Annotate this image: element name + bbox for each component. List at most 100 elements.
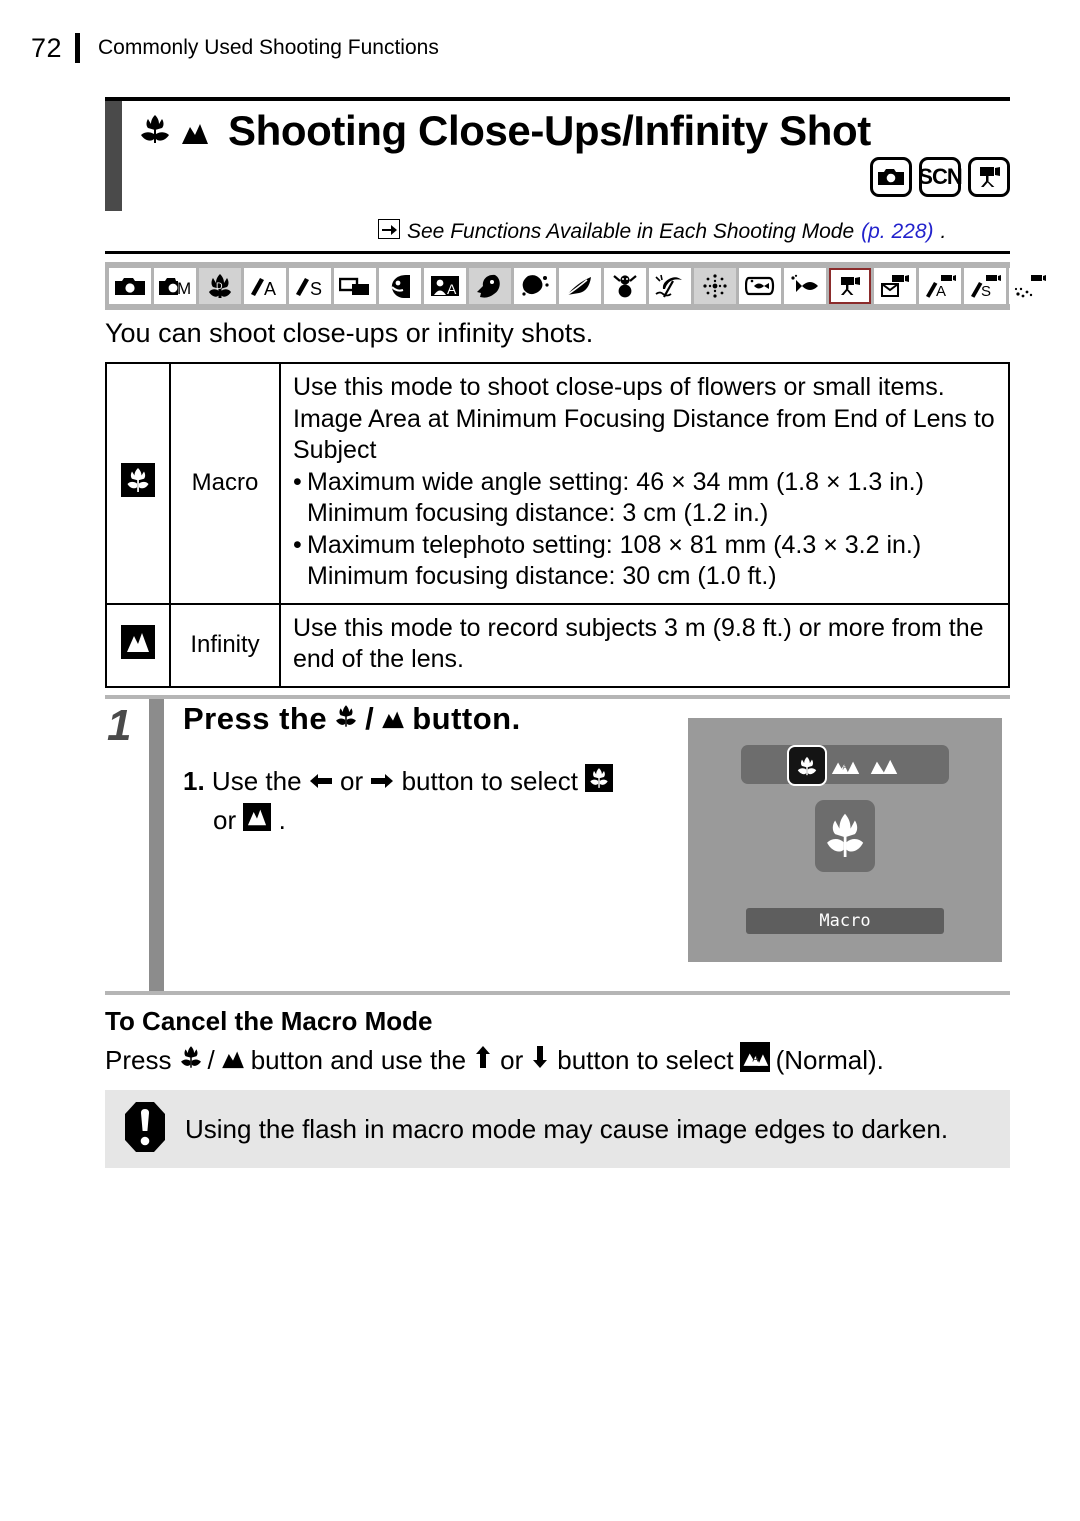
step-top-rule xyxy=(105,695,1010,699)
cancel-mid2: button to select xyxy=(557,1045,734,1075)
row-mode-name-infinity: Infinity xyxy=(169,602,281,688)
substep-end: . xyxy=(278,805,286,836)
infinity-lead-text: Use this mode to record subjects 3 m (9.… xyxy=(293,613,984,674)
cancel-section-text: Press / button and use the or button to … xyxy=(105,1042,1025,1079)
substep-or: or xyxy=(340,766,364,796)
cross-reference-period: . xyxy=(940,220,947,243)
substep-1: 1. Use the or button to select or . xyxy=(183,763,743,842)
macro-flower-icon xyxy=(585,763,614,803)
macro-flower-icon xyxy=(138,113,172,150)
lcd-option-macro[interactable] xyxy=(787,745,827,786)
mode-icon-aquarium xyxy=(739,268,781,304)
svg-text:A: A xyxy=(936,283,946,298)
cross-reference[interactable]: See Functions Available in Each Shooting… xyxy=(378,219,1010,245)
step-bottom-rule xyxy=(105,991,1010,995)
badge-still-camera xyxy=(870,157,912,197)
exclamation-octagon-icon xyxy=(123,1101,167,1158)
mode-icon-movie-standard xyxy=(829,268,871,304)
row-mode-name-macro: Macro xyxy=(169,362,281,605)
mode-icon-movie-compact xyxy=(874,268,916,304)
note-text: Using the flash in macro mode may cause … xyxy=(185,1113,949,1144)
mode-icon-movie-color-swap: S xyxy=(964,268,1006,304)
mode-icon-fireworks xyxy=(694,268,736,304)
arrow-right-box-icon xyxy=(378,219,400,245)
table-row: Macro Use this mode to shoot close-ups o… xyxy=(105,362,1010,605)
svg-text:A: A xyxy=(264,279,276,298)
lcd-option-infinity[interactable] xyxy=(865,746,903,785)
infinity-mountain-icon xyxy=(180,121,210,150)
running-header: 72 Commonly Used Shooting Functions xyxy=(0,28,1080,68)
cancel-section-heading: To Cancel the Macro Mode xyxy=(105,1006,433,1036)
macro-flower-icon xyxy=(333,701,359,737)
row-description-macro: Use this mode to shoot close-ups of flow… xyxy=(279,362,1010,605)
lcd-option-normal[interactable]: A xyxy=(827,746,865,785)
substep-pre: Use the xyxy=(211,766,302,796)
mode-icon-snow xyxy=(604,268,646,304)
row-icon-infinity xyxy=(105,602,171,688)
cancel-separator: / xyxy=(207,1045,215,1075)
still-camera-icon xyxy=(878,169,904,185)
mode-icon-kids-and-pets xyxy=(469,268,511,304)
mode-icon-movie-time-lapse xyxy=(1009,268,1051,304)
table-row: Infinity Use this mode to record subject… xyxy=(105,602,1010,688)
svg-text:A: A xyxy=(842,762,848,771)
lcd-mode-label: Macro xyxy=(746,908,944,934)
svg-text:A: A xyxy=(752,1053,758,1063)
bullet-dot: • xyxy=(293,467,302,496)
chapter-title: Commonly Used Shooting Functions xyxy=(98,36,439,59)
macro-flower-icon xyxy=(121,462,155,504)
infinity-mountain-icon xyxy=(380,701,406,737)
cancel-or: or xyxy=(500,1045,524,1075)
step-title: Press the / button. xyxy=(183,701,743,737)
title-icon-group xyxy=(138,113,210,150)
normal-af-icon: A xyxy=(739,1042,770,1079)
mode-icon-digital-macro: D xyxy=(199,268,241,304)
mode-description-table: Macro Use this mode to shoot close-ups o… xyxy=(105,362,1010,688)
mode-icon-foliage xyxy=(559,268,601,304)
mode-icon-auto-camera xyxy=(109,268,151,304)
badge-scn: SCN xyxy=(918,157,963,197)
xref-bottom-rule xyxy=(105,251,1010,254)
mode-icon-stitch-assist xyxy=(334,268,376,304)
substep-number: 1. xyxy=(183,766,205,796)
cancel-end: (Normal). xyxy=(775,1045,884,1075)
mode-icon-shutter-priority-Tv: S xyxy=(289,268,331,304)
cross-reference-text: See Functions Available in Each Shooting… xyxy=(407,220,855,243)
step-number: 1 xyxy=(107,701,132,750)
svg-text:S: S xyxy=(981,283,991,298)
mode-icon-movie-color-accent: A xyxy=(919,268,961,304)
macro-bullet-1: • Maximum wide angle setting: 46 × 34 mm… xyxy=(293,467,998,530)
substep-mid: button to select xyxy=(401,766,578,796)
badge-movie xyxy=(968,157,1010,197)
page-number: 72 xyxy=(30,32,62,63)
infinity-mountain-icon xyxy=(121,624,155,666)
svg-text:D: D xyxy=(216,281,223,291)
arrow-right-icon xyxy=(370,764,394,802)
page-title: Shooting Close-Ups/Infinity Shot xyxy=(228,107,871,154)
arrow-up-icon xyxy=(473,1045,493,1076)
arrow-left-icon xyxy=(309,764,333,802)
substep-or2: or xyxy=(213,805,237,836)
macro-bullet-2: • Maximum telephoto setting: 108 × 81 mm… xyxy=(293,530,998,593)
arrow-down-icon xyxy=(530,1045,550,1076)
step-title-separator: / xyxy=(365,701,375,736)
lcd-option-row: A xyxy=(787,745,903,786)
mode-icon-beach xyxy=(649,268,691,304)
svg-text:A: A xyxy=(447,281,457,297)
mode-icon-manual-M: M xyxy=(154,268,196,304)
mode-icon-indoor xyxy=(514,268,556,304)
mode-icon-underwater xyxy=(784,268,826,304)
row-icon-macro xyxy=(105,362,171,605)
section-title-block: Shooting Close-Ups/Infinity Shot SCN xyxy=(105,97,1010,211)
infinity-mountain-icon xyxy=(243,803,272,842)
svg-text:S: S xyxy=(310,279,322,298)
movie-camera-icon xyxy=(980,167,1000,187)
title-top-rule xyxy=(105,97,1010,101)
step-title-pre: Press the xyxy=(183,701,328,736)
cross-reference-page-link[interactable]: (p. 228) xyxy=(861,220,933,244)
macro-lead-text: Use this mode to shoot close-ups of flow… xyxy=(293,373,995,464)
cancel-mid: button and use the xyxy=(250,1045,467,1075)
camera-lcd-screenshot: A Macro xyxy=(688,718,1002,962)
applicable-modes-badges: SCN xyxy=(870,157,1010,197)
scn-label: SCN xyxy=(918,164,962,189)
